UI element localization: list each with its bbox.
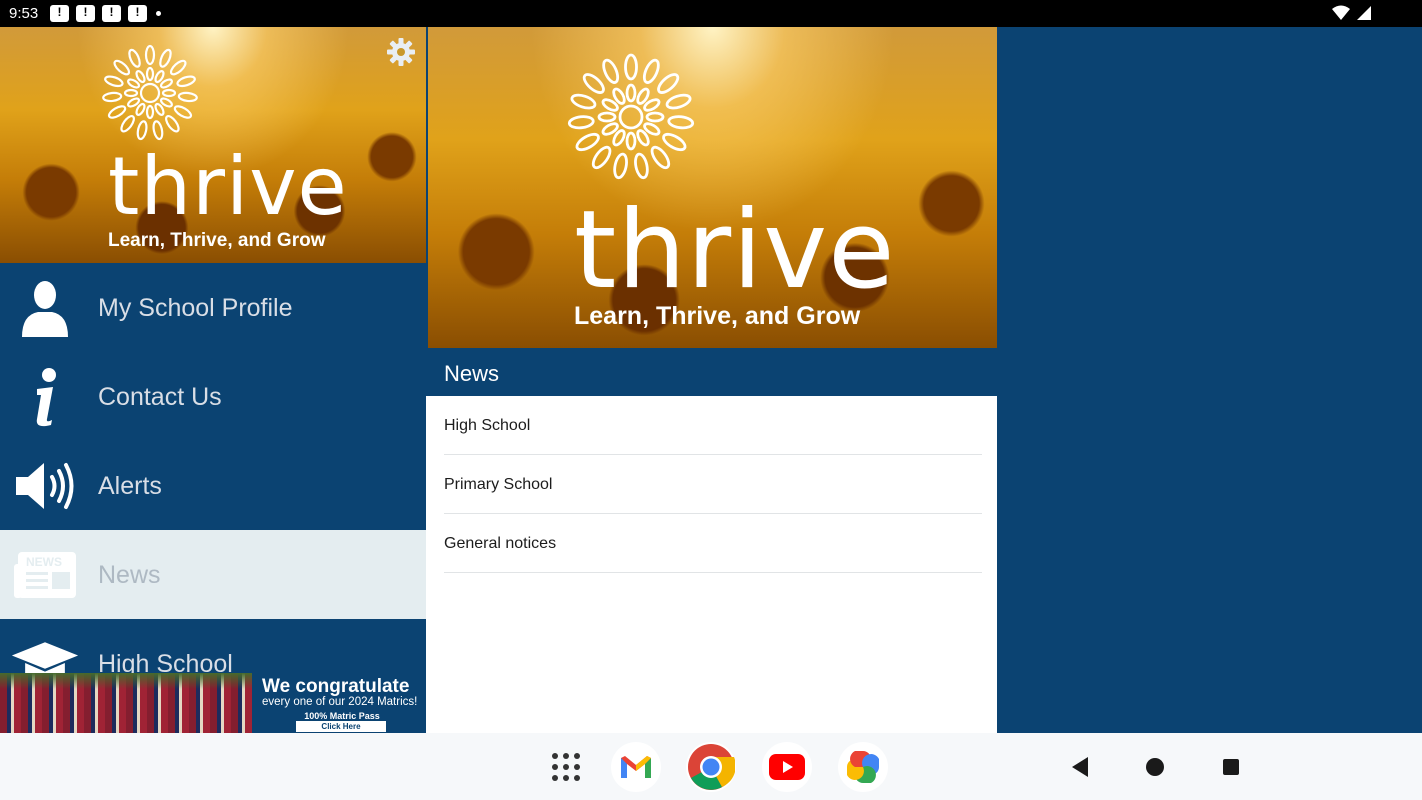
banner-pass-text: 100% Matric Pass: [304, 711, 380, 721]
drawer-item-label: My School Profile: [98, 294, 293, 322]
app-drawer-icon[interactable]: [541, 742, 591, 792]
gmail-icon[interactable]: [611, 742, 661, 792]
clock: 9:53: [9, 5, 39, 22]
home-button[interactable]: [1145, 757, 1165, 777]
wifi-icon: [1332, 5, 1350, 20]
status-bar: 9:53: [0, 0, 1422, 27]
banner-subtitle: every one of our 2024 Matrics!: [262, 696, 418, 708]
drawer-item-label: Alerts: [98, 472, 162, 500]
main-hero-banner: thrive Learn, Thrive, and Grow: [428, 27, 997, 348]
news-section-header: News: [426, 348, 997, 396]
notification-icons: [50, 5, 161, 22]
brand-wordmark: thrive: [574, 188, 896, 313]
person-icon: [10, 277, 80, 339]
list-item-label: High School: [444, 417, 531, 434]
matric-banner-ad[interactable]: We congratulate every one of our 2024 Ma…: [0, 673, 426, 733]
class-photo: [0, 673, 252, 733]
recents-button[interactable]: [1222, 758, 1240, 776]
list-item-label: Primary School: [444, 476, 553, 493]
drawer-item-contact-us[interactable]: Contact Us: [0, 352, 426, 441]
notification-icon: [50, 5, 69, 22]
newspaper-icon: NEWS: [10, 544, 80, 606]
drawer-item-label: Contact Us: [98, 383, 222, 411]
news-item-primary-school[interactable]: Primary School: [444, 455, 982, 514]
speaker-icon: [10, 455, 80, 517]
svg-text:NEWS: NEWS: [26, 555, 62, 569]
drawer-header: thrive Learn, Thrive, and Grow: [0, 27, 426, 263]
brand-tagline: Learn, Thrive, and Grow: [108, 230, 326, 251]
chrome-icon[interactable]: [686, 742, 736, 792]
drawer-item-my-school-profile[interactable]: My School Profile: [0, 263, 426, 352]
news-header-title: News: [444, 361, 500, 386]
photos-icon[interactable]: [838, 742, 888, 792]
settings-gear-icon[interactable]: [386, 37, 416, 67]
drawer-item-news[interactable]: NEWS News: [0, 530, 426, 619]
system-icons: [1332, 5, 1372, 21]
notification-icon: [102, 5, 121, 22]
info-icon: [10, 366, 80, 428]
news-item-high-school[interactable]: High School: [444, 396, 982, 455]
back-button[interactable]: [1070, 756, 1090, 778]
youtube-icon[interactable]: [762, 742, 812, 792]
news-item-general-notices[interactable]: General notices: [444, 514, 982, 573]
brand-wordmark: thrive: [108, 140, 348, 233]
signal-icon: [1357, 6, 1371, 20]
drawer-item-label: News: [98, 561, 161, 589]
news-category-list: High School Primary School General notic…: [426, 396, 997, 733]
banner-title: We congratulate: [262, 676, 410, 697]
banner-click-here-button[interactable]: Click Here: [296, 721, 386, 732]
brand-tagline: Learn, Thrive, and Grow: [574, 302, 861, 330]
navigation-drawer: thrive Learn, Thrive, and Grow My School…: [0, 27, 426, 733]
list-item-label: General notices: [444, 535, 557, 552]
drawer-item-alerts[interactable]: Alerts: [0, 441, 426, 530]
notification-icon: [76, 5, 95, 22]
more-notifications-dot: [156, 11, 161, 16]
system-nav-bar: [0, 733, 1422, 800]
notification-icon: [128, 5, 147, 22]
